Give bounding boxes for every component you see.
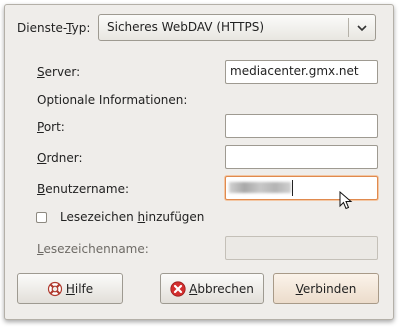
service-type-combobox[interactable]: Sicheres WebDAV (HTTPS) bbox=[98, 14, 376, 41]
redacted-username bbox=[229, 182, 291, 193]
bookmark-name-label: Lesezeichenname: bbox=[37, 242, 149, 256]
service-type-value: Sicheres WebDAV (HTTPS) bbox=[107, 20, 265, 34]
folder-input[interactable] bbox=[225, 145, 378, 169]
username-label: Benutzername: bbox=[37, 182, 130, 196]
connect-button[interactable]: Verbinden bbox=[273, 273, 379, 304]
port-input[interactable] bbox=[225, 114, 378, 138]
bookmark-name-input[interactable] bbox=[225, 236, 378, 260]
cancel-icon bbox=[170, 280, 186, 297]
cancel-button-label: Abbrechen bbox=[189, 281, 254, 296]
add-bookmark-checkbox[interactable] bbox=[36, 212, 47, 223]
server-value: mediacenter.gmx.net bbox=[230, 64, 359, 78]
server-input[interactable]: mediacenter.gmx.net bbox=[225, 60, 378, 84]
port-label: Port: bbox=[37, 120, 65, 134]
service-type-label: Dienste-Typ: bbox=[17, 21, 91, 35]
optional-info-heading: Optionale Informationen: bbox=[37, 93, 188, 107]
connect-button-label: Verbinden bbox=[295, 281, 357, 296]
cancel-button[interactable]: Abbrechen bbox=[160, 273, 264, 304]
add-bookmark-label[interactable]: Lesezeichen hinzufügen bbox=[60, 210, 204, 224]
text-caret bbox=[292, 180, 293, 196]
lifebuoy-icon bbox=[47, 281, 62, 296]
server-label: Server: bbox=[37, 65, 81, 79]
chevron-down-icon bbox=[357, 25, 367, 32]
help-button-label: Hilfe bbox=[65, 281, 94, 296]
username-input[interactable] bbox=[225, 176, 378, 200]
help-button[interactable]: Hilfe bbox=[17, 273, 123, 304]
combobox-separator bbox=[348, 18, 349, 37]
mouse-cursor-icon bbox=[339, 191, 353, 210]
folder-label: Ordner: bbox=[37, 151, 83, 165]
